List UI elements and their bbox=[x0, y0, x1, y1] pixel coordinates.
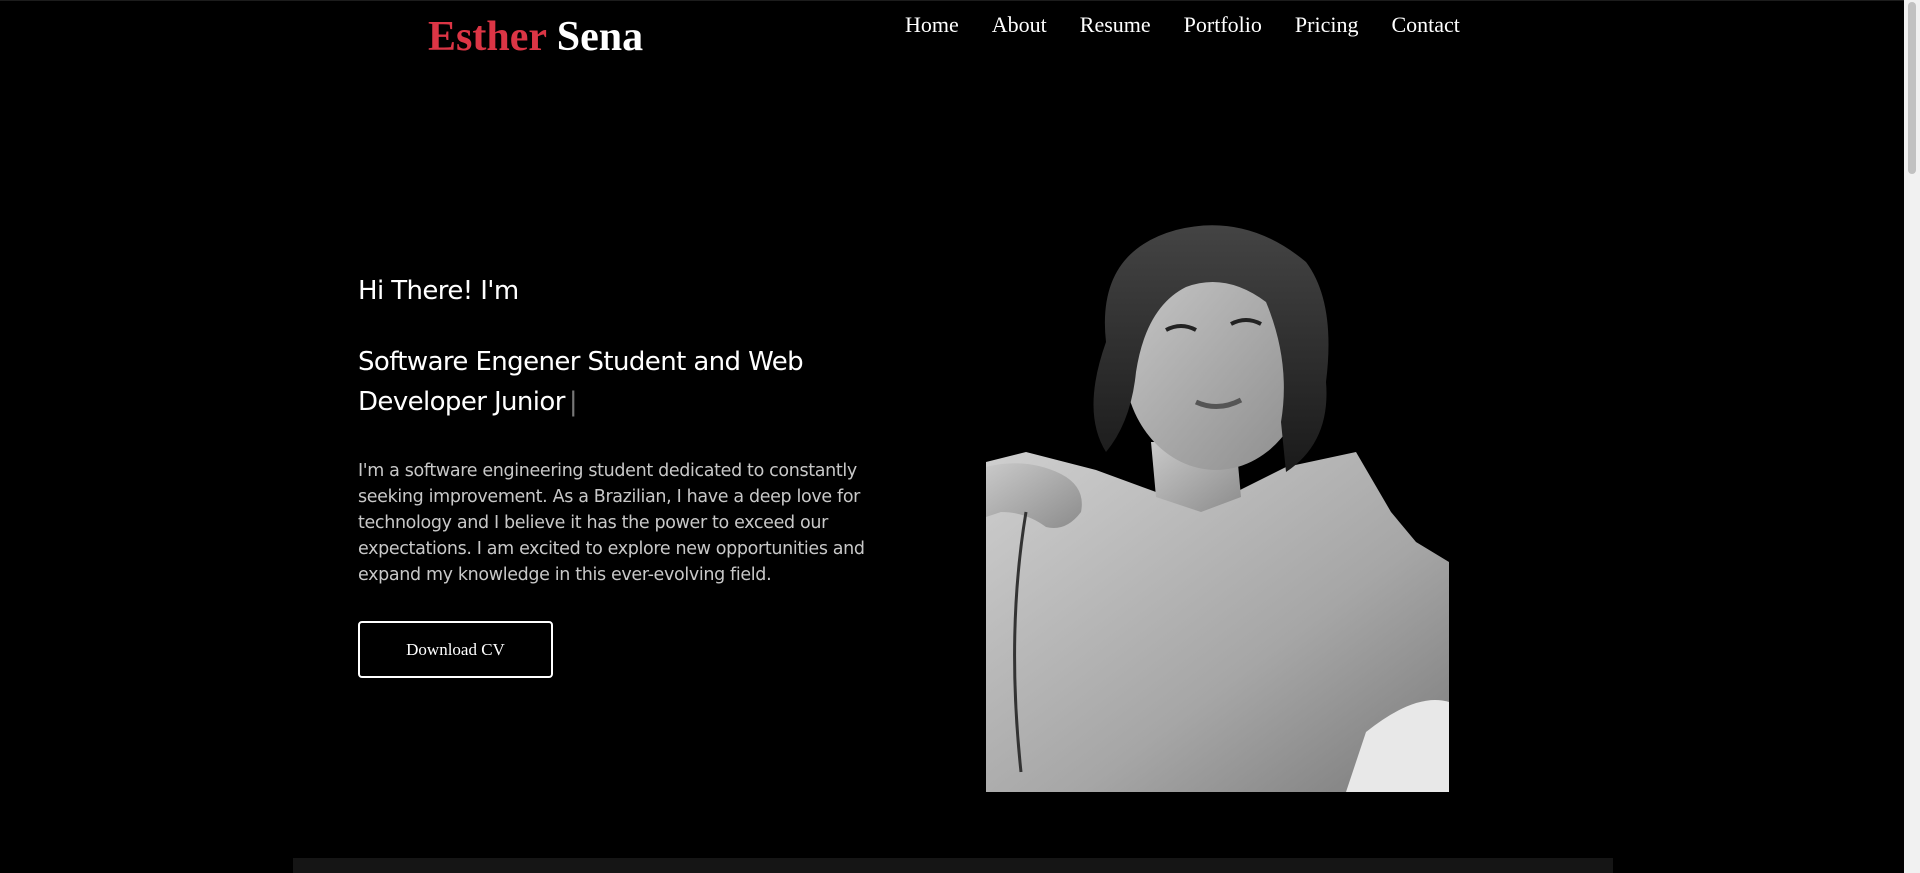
hero-greeting: Hi There! I'm bbox=[358, 276, 519, 306]
typing-cursor: | bbox=[568, 387, 578, 417]
page-scrollbar[interactable] bbox=[1904, 0, 1920, 873]
profile-photo bbox=[986, 212, 1449, 792]
top-border bbox=[0, 0, 1904, 1]
nav-portfolio[interactable]: Portfolio bbox=[1184, 10, 1262, 40]
nav-home[interactable]: Home bbox=[905, 10, 959, 40]
nav-pricing[interactable]: Pricing bbox=[1295, 10, 1359, 40]
hero-headline: Software Engener Student and Web Develop… bbox=[358, 342, 888, 422]
site-logo[interactable]: Esther Sena bbox=[428, 10, 643, 64]
logo-first-name: Esther bbox=[428, 14, 547, 60]
hero-bio: I'm a software engineering student dedic… bbox=[358, 461, 865, 585]
nav-contact[interactable]: Contact bbox=[1391, 10, 1459, 40]
page: Esther Sena Home About Resume Portfolio … bbox=[0, 0, 1904, 873]
nav-resume[interactable]: Resume bbox=[1080, 10, 1151, 40]
scrollbar-thumb[interactable] bbox=[1908, 2, 1916, 174]
hero-headline-text: Software Engener Student and Web Develop… bbox=[358, 347, 804, 417]
download-cv-button[interactable]: Download CV bbox=[358, 621, 553, 678]
next-section-edge bbox=[293, 858, 1613, 873]
logo-last-name: Sena bbox=[556, 14, 644, 60]
hero-intro: Hi There! I'm Software Engener Student a… bbox=[358, 270, 888, 588]
main-nav: Home About Resume Portfolio Pricing Cont… bbox=[905, 10, 1460, 40]
nav-about[interactable]: About bbox=[992, 10, 1047, 40]
